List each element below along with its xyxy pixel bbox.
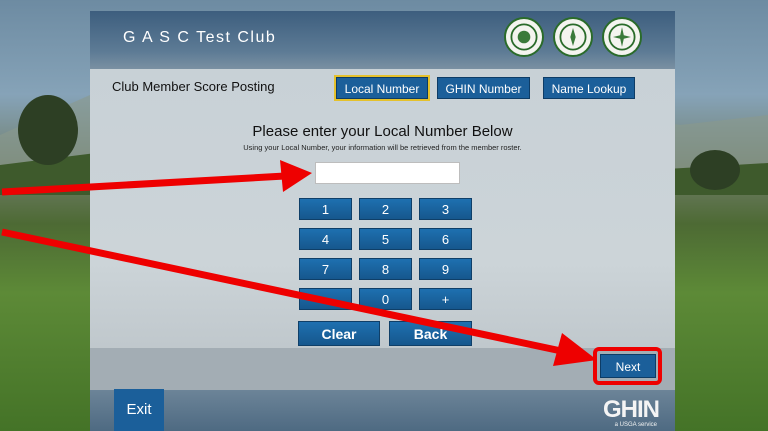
arrow-to-input — [1, 172, 286, 196]
arrow-to-next — [1, 228, 567, 356]
arrow-to-next-head — [553, 333, 597, 366]
screenshot: G A S C Test Club Club Member Score Post… — [0, 0, 768, 431]
annotation-arrows — [1, 160, 597, 366]
arrow-to-input-head — [280, 160, 312, 192]
